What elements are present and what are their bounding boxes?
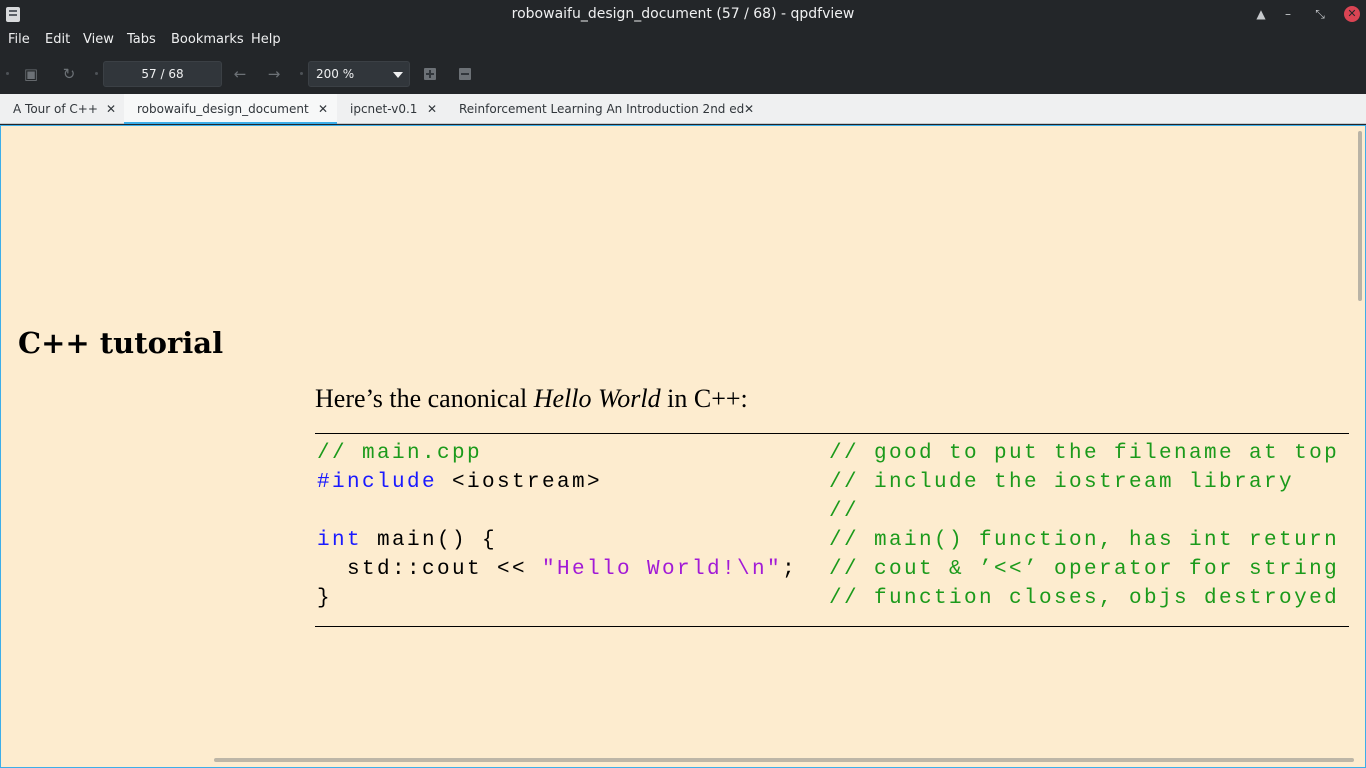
- code-text: main() {: [362, 529, 498, 552]
- zoom-out-icon[interactable]: [459, 68, 471, 80]
- code-keyword: int: [317, 529, 363, 552]
- tab-label: Reinforcement Learning An Introduction 2…: [459, 102, 745, 116]
- code-top-rule: [315, 433, 1349, 434]
- toolbar-grip: [300, 72, 303, 75]
- close-tab-icon[interactable]: ✕: [106, 94, 116, 124]
- code-line-6: }: [317, 587, 333, 610]
- menu-edit[interactable]: Edit: [45, 32, 70, 47]
- para-emphasis: Hello World: [533, 384, 661, 413]
- tab-label: ipcnet-v0.1: [350, 102, 418, 116]
- section-heading: C++ tutorial: [18, 326, 224, 360]
- close-tab-icon[interactable]: ✕: [318, 94, 328, 124]
- code-line-5: std::cout << "Hello World!\n";: [317, 558, 797, 581]
- page-number-input[interactable]: 57 / 68: [103, 61, 222, 87]
- code-keyword: #include: [317, 471, 438, 494]
- document-viewport[interactable]: C++ tutorial Here’s the canonical Hello …: [0, 125, 1366, 768]
- code-line-4: int main() {: [317, 529, 497, 552]
- code-bottom-rule: [315, 626, 1349, 627]
- code-text: std::cout <<: [317, 558, 543, 581]
- close-tab-icon[interactable]: ✕: [427, 94, 437, 124]
- toolbar-grip: [95, 72, 98, 75]
- close-tab-icon[interactable]: ✕: [744, 94, 754, 124]
- toolbar: ▣ ↻ 57 / 68 ← → 200 %: [0, 56, 1366, 92]
- zoom-value: 200 %: [316, 67, 355, 81]
- code-comment-4: // main() function, has int return: [829, 529, 1340, 552]
- code-comment-6: // function closes, objs destroyed: [829, 587, 1340, 610]
- menu-help[interactable]: Help: [251, 32, 281, 47]
- para-text: in C++:: [660, 384, 748, 413]
- code-text: ;: [782, 558, 798, 581]
- minimize-button[interactable]: –: [1280, 6, 1296, 22]
- zoom-select[interactable]: 200 %: [308, 61, 410, 87]
- code-string: "Hello World!\n": [542, 558, 783, 581]
- title-bar: robowaifu_design_document (57 / 68) - qp…: [0, 0, 1366, 29]
- menu-file[interactable]: File: [8, 32, 30, 47]
- tab-label: A Tour of C++: [13, 102, 98, 116]
- close-window-button[interactable]: ✕: [1344, 6, 1360, 22]
- menu-view[interactable]: View: [83, 32, 114, 47]
- code-comment-3: //: [829, 500, 860, 523]
- tab-robowaifu-design-document[interactable]: robowaifu_design_document: [124, 94, 337, 124]
- menu-tabs[interactable]: Tabs: [127, 32, 156, 47]
- open-icon[interactable]: ▣: [22, 65, 40, 83]
- menu-bookmarks[interactable]: Bookmarks: [171, 32, 244, 47]
- back-arrow-icon[interactable]: ←: [231, 65, 249, 83]
- vertical-scrollbar[interactable]: [1358, 131, 1362, 301]
- toolbar-grip: [6, 72, 9, 75]
- tab-reinforcement-learning[interactable]: Reinforcement Learning An Introduction 2…: [446, 94, 764, 124]
- para-text: Here’s the canonical: [315, 384, 534, 413]
- refresh-icon[interactable]: ↻: [60, 65, 78, 83]
- menu-bar: File Edit View Tabs Bookmarks Help: [0, 29, 1366, 53]
- forward-arrow-icon[interactable]: →: [265, 65, 283, 83]
- code-comment-5: // cout & ’<<’ operator for string: [829, 558, 1340, 581]
- intro-paragraph: Here’s the canonical Hello World in C++:: [315, 384, 748, 414]
- window-title: robowaifu_design_document (57 / 68) - qp…: [511, 6, 855, 22]
- code-line-2: #include <iostream>: [317, 471, 602, 494]
- tab-bar: A Tour of C++ ✕ robowaifu_design_documen…: [0, 94, 1366, 124]
- code-text: <iostream>: [437, 471, 603, 494]
- code-comment-1: // good to put the filename at top: [829, 442, 1340, 465]
- horizontal-scrollbar[interactable]: [214, 758, 1354, 762]
- restore-button[interactable]: ⤡: [1312, 6, 1328, 22]
- chevron-down-icon: [393, 72, 403, 78]
- code-comment-2: // include the iostream library: [829, 471, 1295, 494]
- zoom-in-icon[interactable]: [424, 68, 436, 80]
- tab-label: robowaifu_design_document: [137, 102, 309, 116]
- keep-above-button[interactable]: ▲: [1253, 6, 1269, 22]
- code-line-1: // main.cpp: [317, 442, 483, 465]
